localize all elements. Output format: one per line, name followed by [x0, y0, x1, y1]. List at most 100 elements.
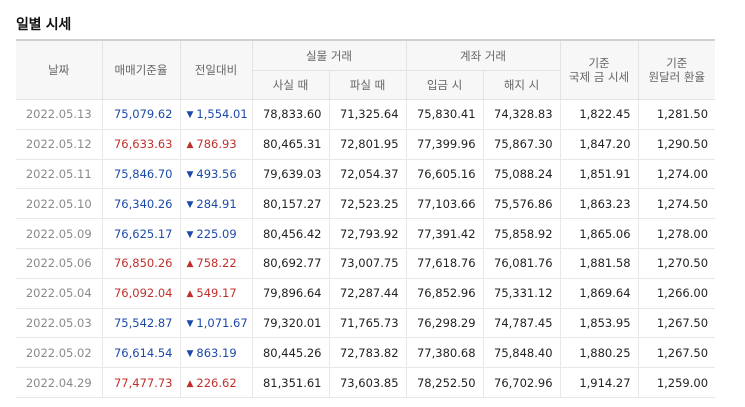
table-body: 2022.05.13 75,079.62 ▼ 1,554.01 78,833.60 71,…: [16, 99, 716, 398]
header-transfer-trade-group: 계좌 거래: [405, 40, 561, 71]
cell-change: ▼ 1,554.01: [179, 99, 252, 130]
cell-intl-gold: 1,863.23: [559, 188, 639, 220]
cell-transfer-in: 77,391.42: [405, 218, 484, 249]
cell-change: ▼ 284.91: [179, 188, 252, 220]
cell-change-value: 284.91: [196, 196, 237, 211]
cell-change-value: 1,554.01: [196, 107, 248, 122]
cell-usd-krw: 1,278.00: [637, 218, 716, 249]
cell-real-buy: 79,639.03: [251, 159, 329, 190]
table-row: 2022.05.02 76,614.54 ▼ 863.19 80,445.26 72,78…: [16, 337, 716, 369]
table-header: 날짜 매매기준율 전일대비 실물 거래 계좌 거래 기준 국제 금 시세 기준 …: [16, 40, 716, 100]
cell-change: ▼ 1,071.67: [179, 308, 252, 339]
cell-base-rate: 76,625.17: [101, 218, 180, 249]
cell-date: 2022.04.29: [16, 367, 102, 398]
cell-change: ▲ 758.22: [179, 248, 252, 279]
triangle-down-icon: ▼: [186, 318, 194, 329]
cell-change-value: 1,071.67: [196, 315, 248, 330]
header-usd-krw-line1: 기준: [666, 56, 688, 70]
cell-base-rate: 76,850.26: [101, 248, 180, 279]
header-intl-gold: 기준 국제 금 시세: [559, 40, 639, 100]
cell-transfer-out: 76,702.96: [482, 367, 561, 398]
table-row: 2022.05.06 76,850.26 ▲ 758.22 80,692.77 73,00…: [16, 248, 716, 279]
cell-transfer-out: 74,787.45: [482, 308, 561, 339]
cell-usd-krw: 1,259.00: [637, 367, 716, 398]
cell-transfer-in: 78,252.50: [405, 367, 484, 398]
header-transfer-in: 입금 시: [405, 70, 484, 100]
header-base-rate: 매매기준율: [101, 40, 180, 100]
table-row: 2022.05.03 75,542.87 ▼ 1,071.67 79,320.01 71,…: [16, 308, 716, 339]
cell-date: 2022.05.03: [16, 308, 102, 339]
cell-date: 2022.05.04: [16, 278, 102, 309]
cell-date: 2022.05.12: [16, 129, 102, 160]
cell-base-rate: 76,340.26: [101, 188, 180, 220]
cell-usd-krw: 1,266.00: [637, 278, 716, 309]
cell-real-buy: 80,456.42: [251, 218, 329, 249]
cell-date: 2022.05.02: [16, 337, 102, 369]
table-row: 2022.05.09 76,625.17 ▼ 225.09 80,456.42 72,79…: [16, 218, 716, 249]
cell-transfer-out: 75,848.40: [482, 337, 561, 369]
cell-base-rate: 76,633.63: [101, 129, 180, 160]
cell-real-buy: 80,157.27: [251, 188, 329, 220]
header-transfer-out: 해지 시: [482, 70, 561, 100]
cell-change: ▼ 863.19: [179, 337, 252, 369]
cell-transfer-out: 75,088.24: [482, 159, 561, 190]
cell-intl-gold: 1,851.91: [559, 159, 639, 190]
triangle-down-icon: ▼: [186, 199, 194, 210]
cell-transfer-in: 76,298.29: [405, 308, 484, 339]
table-row: 2022.05.04 76,092.04 ▲ 549.17 79,896.64 72,28…: [16, 278, 716, 309]
header-real-buy: 사실 때: [251, 70, 329, 100]
cell-real-buy: 80,692.77: [251, 248, 329, 279]
cell-base-rate: 75,846.70: [101, 159, 180, 190]
cell-intl-gold: 1,865.06: [559, 218, 639, 249]
cell-change: ▼ 493.56: [179, 159, 252, 190]
cell-change-value: 863.19: [196, 345, 237, 360]
cell-date: 2022.05.13: [16, 99, 102, 130]
cell-transfer-in: 75,830.41: [405, 99, 484, 130]
cell-usd-krw: 1,274.50: [637, 188, 716, 220]
table-row: 2022.05.11 75,846.70 ▼ 493.56 79,639.03 72,05…: [16, 159, 716, 190]
cell-real-sell: 72,793.92: [328, 218, 407, 249]
cell-real-sell: 73,007.75: [328, 248, 407, 279]
cell-base-rate: 77,477.73: [101, 367, 180, 398]
cell-real-sell: 72,523.25: [328, 188, 407, 220]
triangle-up-icon: ▲: [186, 378, 194, 389]
triangle-down-icon: ▼: [186, 110, 194, 121]
cell-transfer-out: 75,576.86: [482, 188, 561, 220]
cell-change-value: 226.62: [196, 375, 237, 390]
cell-transfer-out: 74,328.83: [482, 99, 561, 130]
cell-transfer-in: 76,852.96: [405, 278, 484, 309]
triangle-down-icon: ▼: [186, 348, 194, 359]
triangle-down-icon: ▼: [186, 169, 194, 180]
cell-real-buy: 80,445.26: [251, 337, 329, 369]
cell-date: 2022.05.09: [16, 218, 102, 249]
cell-change-value: 225.09: [196, 226, 237, 241]
cell-base-rate: 76,092.04: [101, 278, 180, 309]
cell-intl-gold: 1,914.27: [559, 367, 639, 398]
triangle-down-icon: ▼: [186, 229, 194, 240]
cell-base-rate: 76,614.54: [101, 337, 180, 369]
cell-real-sell: 73,603.85: [328, 367, 407, 398]
cell-intl-gold: 1,822.45: [559, 99, 639, 130]
cell-real-sell: 72,287.44: [328, 278, 407, 309]
cell-transfer-out: 75,867.30: [482, 129, 561, 160]
cell-usd-krw: 1,267.50: [637, 337, 716, 369]
cell-usd-krw: 1,290.50: [637, 129, 716, 160]
cell-real-buy: 79,896.64: [251, 278, 329, 309]
cell-change: ▼ 225.09: [179, 218, 252, 249]
header-intl-gold-line2: 국제 금 시세: [568, 70, 630, 84]
cell-change: ▲ 786.93: [179, 129, 252, 160]
cell-date: 2022.05.11: [16, 159, 102, 190]
cell-real-sell: 72,054.37: [328, 159, 407, 190]
cell-real-sell: 72,783.82: [328, 337, 407, 369]
cell-intl-gold: 1,853.95: [559, 308, 639, 339]
cell-transfer-in: 77,618.76: [405, 248, 484, 279]
triangle-up-icon: ▲: [186, 140, 194, 151]
cell-real-buy: 79,320.01: [251, 308, 329, 339]
cell-change: ▲ 549.17: [179, 278, 252, 309]
daily-price-panel: 일별 시세 날짜 매매기준율 전일대비 실물 거래 계좌 거래 기준 국제 금 …: [0, 0, 745, 407]
cell-real-buy: 78,833.60: [251, 99, 329, 130]
cell-change-value: 786.93: [196, 137, 237, 152]
header-real-trade-group: 실물 거래: [251, 40, 407, 71]
table-row: 2022.05.10 76,340.26 ▼ 284.91 80,157.27 72,52…: [16, 188, 716, 220]
cell-real-sell: 71,325.64: [328, 99, 407, 130]
